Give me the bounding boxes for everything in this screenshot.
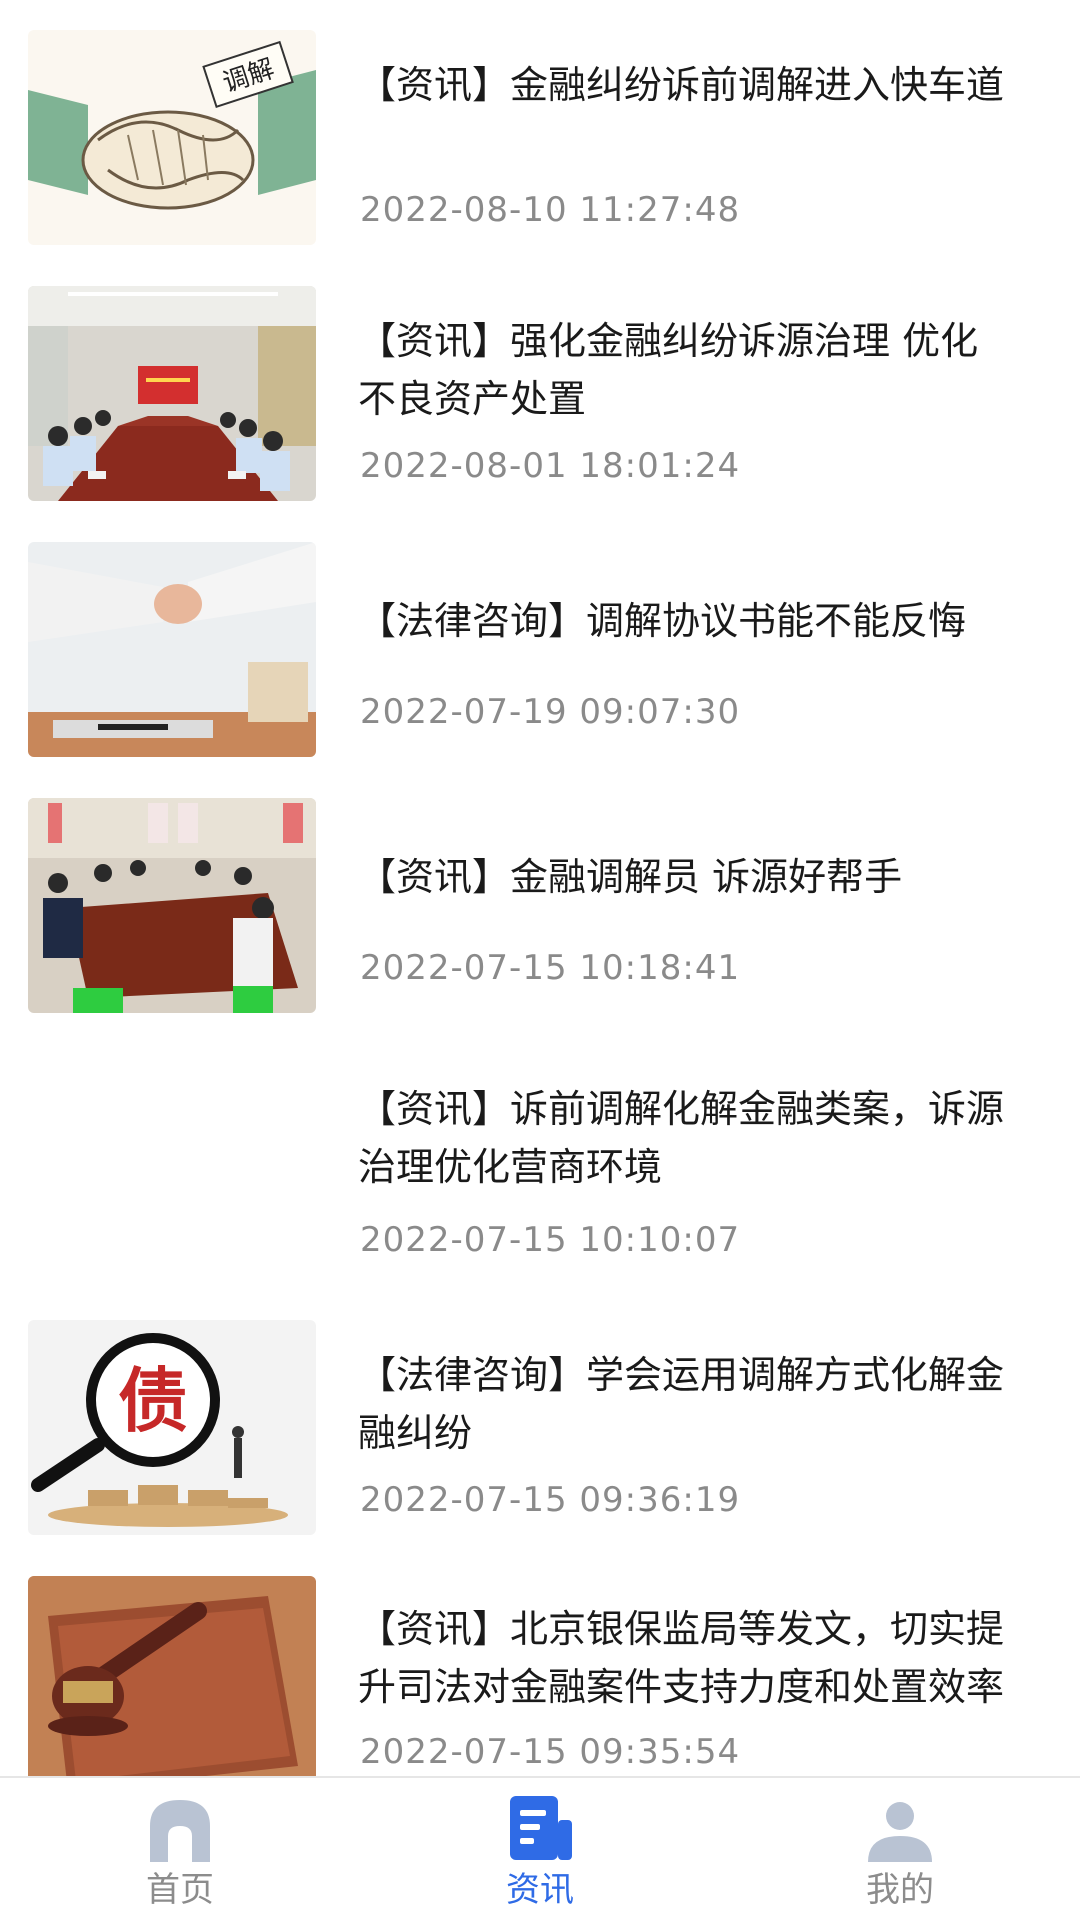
news-title[interactable]: 【法律咨询】调解协议书能不能反悔 bbox=[358, 592, 1008, 650]
news-thumbnail[interactable] bbox=[28, 798, 316, 1013]
news-title[interactable]: 【资讯】金融调解员 诉源好帮手 bbox=[358, 848, 1008, 906]
tab-home[interactable]: 首页 bbox=[0, 1778, 360, 1920]
news-timestamp: 2022-07-15 09:36:19 bbox=[360, 1480, 741, 1520]
business-handshake-photo bbox=[28, 542, 316, 757]
news-timestamp: 2022-08-01 18:01:24 bbox=[360, 446, 741, 486]
news-item[interactable]: 债 【法律咨询】学会运用调解方式化解金融纠纷 2022-07-15 09:36:… bbox=[0, 1290, 1080, 1546]
tab-mine[interactable]: 我的 bbox=[720, 1778, 1080, 1920]
news-thumbnail[interactable] bbox=[28, 1576, 316, 1778]
handshake-illustration: 调解 bbox=[28, 30, 316, 245]
news-item[interactable]: 【资讯】北京银保监局等发文，切实提升司法对金融案件支持力度和处置效率 2022-… bbox=[0, 1546, 1080, 1778]
news-item[interactable]: 【资讯】诉前调解化解金融类案，诉源治理优化营商环境 2022-07-15 10:… bbox=[0, 1024, 1080, 1294]
tab-news[interactable]: 资讯 bbox=[360, 1778, 720, 1920]
meeting-table-photo bbox=[28, 798, 316, 1013]
news-timestamp: 2022-07-15 10:18:41 bbox=[360, 948, 741, 988]
news-timestamp: 2022-08-10 11:27:48 bbox=[360, 190, 741, 230]
news-list[interactable]: 调解 【资讯】金融纠纷诉前调解进入快车道 2022-08-10 11:27:48 bbox=[0, 0, 1080, 1778]
user-icon bbox=[868, 1802, 932, 1862]
news-icon bbox=[510, 1796, 572, 1860]
news-timestamp: 2022-07-19 09:07:30 bbox=[360, 692, 741, 732]
news-title[interactable]: 【资讯】强化金融纠纷诉源治理 优化不良资产处置 bbox=[358, 312, 1008, 428]
meeting-room-photo bbox=[28, 286, 316, 501]
gavel-book-photo bbox=[28, 1576, 316, 1778]
debt-magnifier-photo: 债 bbox=[28, 1320, 316, 1535]
news-thumbnail-placeholder bbox=[28, 1054, 316, 1269]
news-title[interactable]: 【资讯】诉前调解化解金融类案，诉源治理优化营商环境 bbox=[358, 1080, 1008, 1196]
news-thumbnail[interactable]: 债 bbox=[28, 1320, 316, 1535]
news-thumbnail[interactable]: 调解 bbox=[28, 30, 316, 245]
news-title[interactable]: 【法律咨询】学会运用调解方式化解金融纠纷 bbox=[358, 1346, 1008, 1462]
home-icon bbox=[150, 1800, 210, 1862]
news-item[interactable]: 【资讯】强化金融纠纷诉源治理 优化不良资产处置 2022-08-01 18:01… bbox=[0, 256, 1080, 512]
tab-home-label: 首页 bbox=[146, 1870, 214, 1910]
news-page: 调解 【资讯】金融纠纷诉前调解进入快车道 2022-08-10 11:27:48 bbox=[0, 0, 1080, 1920]
news-timestamp: 2022-07-15 10:10:07 bbox=[360, 1220, 741, 1260]
debt-character: 债 bbox=[118, 1360, 188, 1442]
tab-news-label: 资讯 bbox=[506, 1870, 574, 1910]
news-thumbnail[interactable] bbox=[28, 286, 316, 501]
news-item[interactable]: 调解 【资讯】金融纠纷诉前调解进入快车道 2022-08-10 11:27:48 bbox=[0, 0, 1080, 256]
news-title[interactable]: 【资讯】北京银保监局等发文，切实提升司法对金融案件支持力度和处置效率 bbox=[358, 1600, 1008, 1716]
bottom-tab-bar: 首页 资讯 我的 bbox=[0, 1776, 1080, 1920]
news-item[interactable]: 【资讯】金融调解员 诉源好帮手 2022-07-15 10:18:41 bbox=[0, 768, 1080, 1024]
news-timestamp: 2022-07-15 09:35:54 bbox=[360, 1732, 741, 1772]
news-title[interactable]: 【资讯】金融纠纷诉前调解进入快车道 bbox=[358, 56, 1008, 114]
news-thumbnail[interactable] bbox=[28, 542, 316, 757]
tab-mine-label: 我的 bbox=[866, 1870, 934, 1910]
news-item[interactable]: 【法律咨询】调解协议书能不能反悔 2022-07-19 09:07:30 bbox=[0, 512, 1080, 768]
